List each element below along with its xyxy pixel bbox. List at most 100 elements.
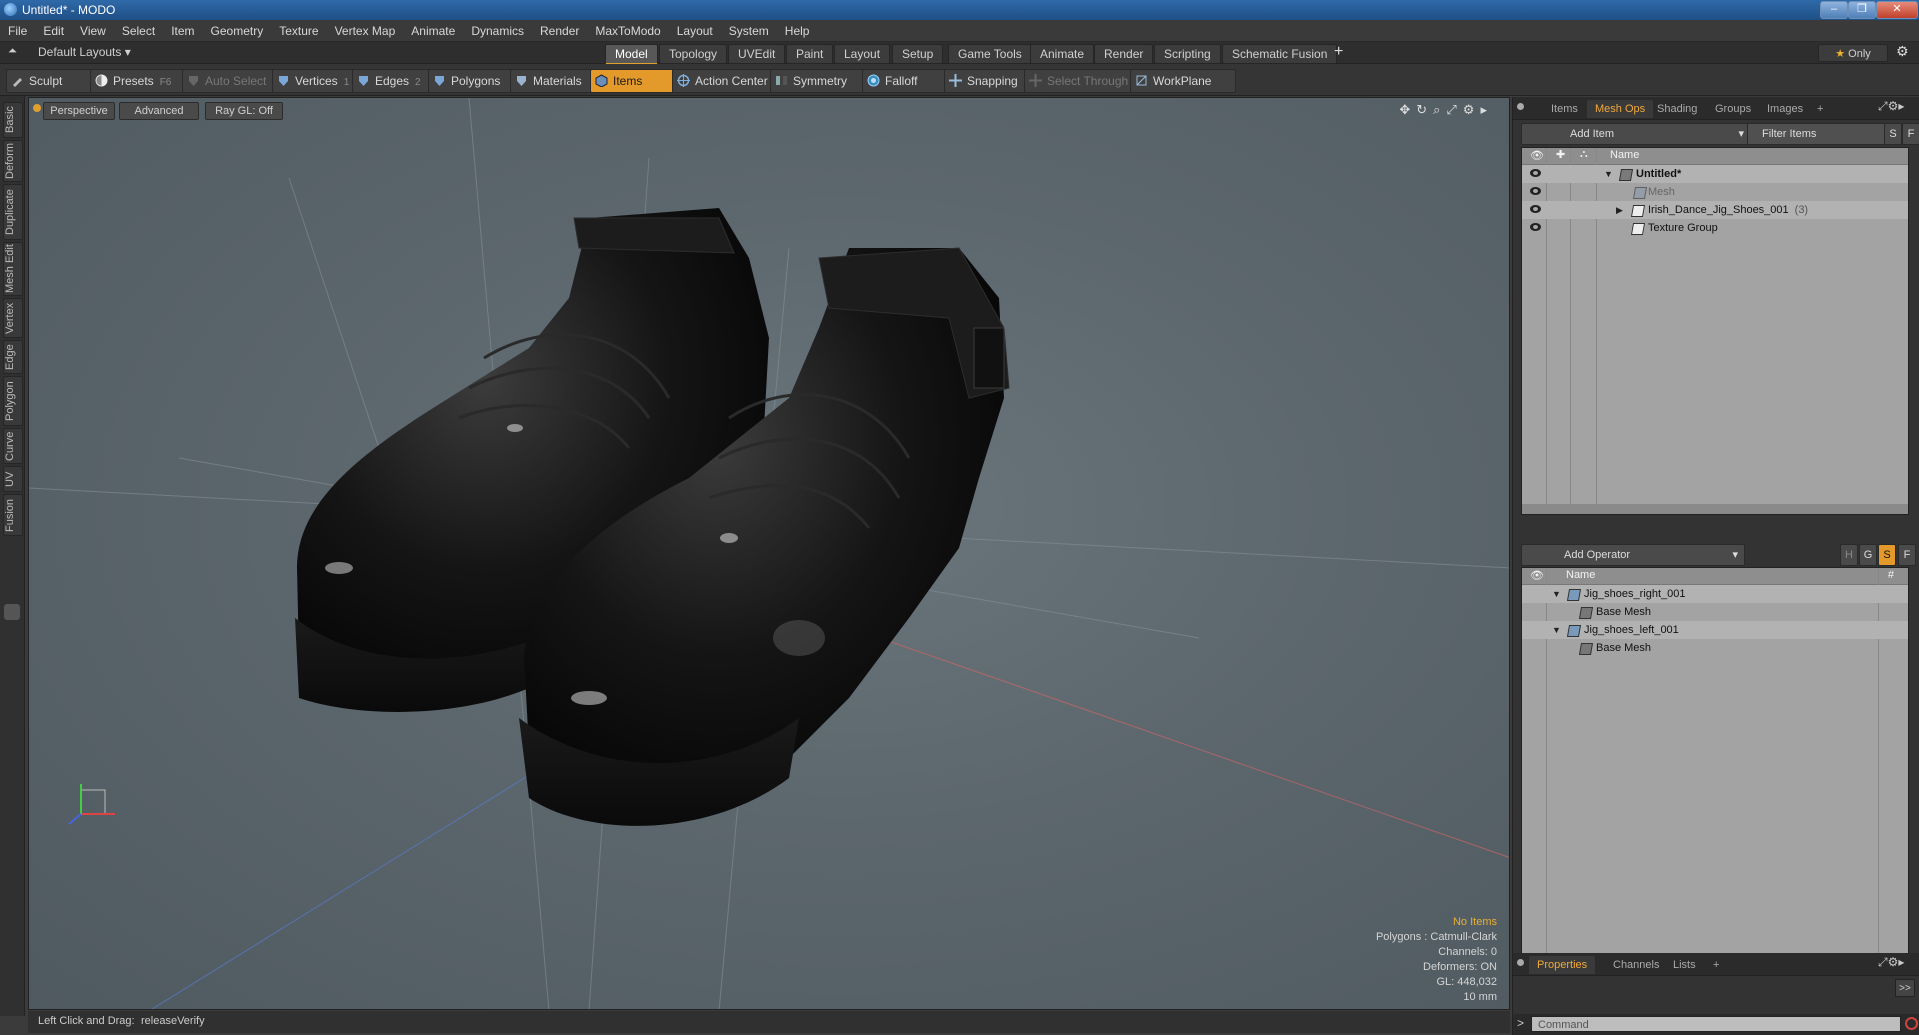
menu-render[interactable]: Render: [532, 20, 587, 42]
vtab-polygon[interactable]: Polygon: [3, 376, 23, 426]
tab-mesh-ops[interactable]: Mesh Ops: [1587, 100, 1654, 118]
panel-expand-icon[interactable]: ⤢⚙▸: [1878, 955, 1904, 970]
panel-options-icon[interactable]: [1517, 959, 1524, 966]
menu-vertex-map[interactable]: Vertex Map: [327, 20, 404, 42]
vtab-vertex[interactable]: Vertex: [3, 298, 23, 338]
workplane-button[interactable]: WorkPlane: [1130, 69, 1236, 93]
vtab-mesh-edit[interactable]: Mesh Edit: [3, 242, 23, 296]
tab-lists[interactable]: Lists: [1665, 956, 1704, 974]
menu-system[interactable]: System: [721, 20, 777, 42]
menu-dynamics[interactable]: Dynamics: [463, 20, 532, 42]
add-tab-button[interactable]: +: [1334, 43, 1343, 61]
deformers-info: Deformers: ON: [1423, 961, 1497, 973]
tab-topology[interactable]: Topology: [659, 44, 728, 64]
list-item[interactable]: Texture Group: [1522, 219, 1908, 237]
add-operator-button[interactable]: Add Operator ▾: [1521, 544, 1745, 566]
eye-icon[interactable]: [1530, 187, 1541, 195]
meshops-h-button[interactable]: H: [1840, 544, 1858, 566]
eye-icon[interactable]: [1530, 223, 1541, 231]
tab-layout[interactable]: Layout: [834, 44, 891, 64]
items-s-button[interactable]: S: [1884, 123, 1902, 145]
list-item[interactable]: ▼ Untitled*: [1522, 165, 1908, 183]
list-item[interactable]: Base Mesh: [1522, 603, 1908, 621]
tab-images[interactable]: Images: [1759, 100, 1811, 118]
add-panel-tab[interactable]: +: [1705, 956, 1727, 974]
menu-maxtomodo[interactable]: MaxToModo: [587, 20, 668, 42]
meshops-g-button[interactable]: G: [1859, 544, 1877, 566]
menu-layout[interactable]: Layout: [669, 20, 721, 42]
eye-icon[interactable]: [1530, 205, 1541, 213]
menu-animate[interactable]: Animate: [403, 20, 463, 42]
viewport-options-icon[interactable]: [33, 104, 41, 112]
tab-shading[interactable]: Shading: [1649, 100, 1705, 118]
tab-channels[interactable]: Channels: [1605, 956, 1667, 974]
menu-geometry[interactable]: Geometry: [203, 20, 272, 42]
menu-texture[interactable]: Texture: [271, 20, 326, 42]
minimize-button[interactable]: –: [1820, 1, 1848, 19]
record-icon[interactable]: [1905, 1017, 1918, 1030]
tab-schematic-fusion[interactable]: Schematic Fusion: [1222, 44, 1338, 64]
layout-selector[interactable]: Default Layouts ▾: [38, 45, 131, 59]
selection-info: No Items: [1452, 916, 1497, 928]
item-list-scrollbar[interactable]: [1522, 504, 1908, 514]
shading-advanced-button[interactable]: Advanced: [119, 102, 199, 120]
view-perspective-button[interactable]: Perspective: [43, 102, 115, 120]
meshops-s-button[interactable]: S: [1878, 544, 1896, 566]
maximize-button[interactable]: ❐: [1848, 1, 1876, 19]
tab-items[interactable]: Items: [1543, 100, 1586, 118]
viewport-nav-icons[interactable]: ✥↻⌕⤢⚙▸: [1399, 102, 1493, 118]
gear-icon[interactable]: ⚙: [1896, 43, 1909, 60]
menu-edit[interactable]: Edit: [35, 20, 72, 42]
properties-expand-button[interactable]: >>: [1895, 979, 1915, 997]
menu-select[interactable]: Select: [114, 20, 163, 42]
tab-paint[interactable]: Paint: [786, 44, 834, 64]
close-button[interactable]: ✕: [1876, 1, 1918, 19]
vtab-basic[interactable]: Basic: [3, 102, 23, 138]
list-item[interactable]: ▶ Irish_Dance_Jig_Shoes_001 (3): [1522, 201, 1908, 219]
tab-uvedit[interactable]: UVEdit: [728, 44, 786, 64]
only-toggle[interactable]: ★ Only: [1818, 44, 1888, 62]
tab-render[interactable]: Render: [1094, 44, 1154, 64]
meshops-f-button[interactable]: F: [1898, 544, 1916, 566]
list-item[interactable]: ▼ Jig_shoes_right_001: [1522, 585, 1908, 603]
layout-collapse-icon[interactable]: ⏶: [8, 45, 17, 58]
tab-game-tools[interactable]: Game Tools: [948, 44, 1032, 64]
menu-view[interactable]: View: [72, 20, 114, 42]
add-item-button[interactable]: Add Item ▾: [1521, 123, 1751, 145]
expand-triangle-icon[interactable]: ▼: [1552, 585, 1561, 603]
list-item[interactable]: Mesh: [1522, 183, 1908, 201]
menu-help[interactable]: Help: [777, 20, 818, 42]
group-icon: [1630, 205, 1646, 217]
vtab-deform[interactable]: Deform: [3, 140, 23, 182]
vtab-uv[interactable]: UV: [3, 466, 23, 492]
panel-options-icon[interactable]: [1517, 103, 1524, 110]
mesh-ops-list[interactable]: 👁 Name # ▼ Jig_shoes_right_001 Base Mesh…: [1521, 567, 1909, 969]
vtab-edge[interactable]: Edge: [3, 340, 23, 374]
expand-triangle-icon[interactable]: ▼: [1552, 621, 1561, 639]
tab-groups[interactable]: Groups: [1707, 100, 1759, 118]
vtab-curve[interactable]: Curve: [3, 428, 23, 464]
tab-model[interactable]: Model: [605, 44, 658, 65]
tab-scripting[interactable]: Scripting: [1154, 44, 1221, 64]
item-list[interactable]: 👁 ✚ ⛬ Name ▼ Untitled* Mesh ▶ Irish_Danc…: [1521, 147, 1909, 515]
3d-viewport[interactable]: Perspective Advanced Ray GL: Off ✥↻⌕⤢⚙▸ …: [28, 97, 1510, 1010]
vtab-fusion[interactable]: Fusion: [3, 494, 23, 536]
list-item[interactable]: Base Mesh: [1522, 639, 1908, 657]
tool-pin-icon[interactable]: [4, 604, 20, 620]
eye-icon[interactable]: [1530, 169, 1541, 177]
expand-triangle-icon[interactable]: ▶: [1616, 201, 1623, 219]
tab-properties[interactable]: Properties: [1529, 956, 1596, 974]
filter-items-input[interactable]: Filter Items: [1747, 123, 1897, 145]
tab-animate[interactable]: Animate: [1030, 44, 1095, 64]
menu-file[interactable]: File: [0, 20, 35, 42]
items-f-button[interactable]: F: [1902, 123, 1919, 145]
expand-triangle-icon[interactable]: ▼: [1604, 165, 1613, 183]
vtab-duplicate[interactable]: Duplicate: [3, 184, 23, 240]
raygl-button[interactable]: Ray GL: Off: [205, 102, 283, 120]
panel-expand-icon[interactable]: ⤢⚙▸: [1878, 99, 1904, 114]
menu-item[interactable]: Item: [163, 20, 202, 42]
command-input[interactable]: Command: [1531, 1016, 1901, 1032]
list-item[interactable]: ▼ Jig_shoes_left_001: [1522, 621, 1908, 639]
tab-setup[interactable]: Setup: [892, 44, 944, 64]
add-panel-tab[interactable]: +: [1809, 100, 1831, 118]
